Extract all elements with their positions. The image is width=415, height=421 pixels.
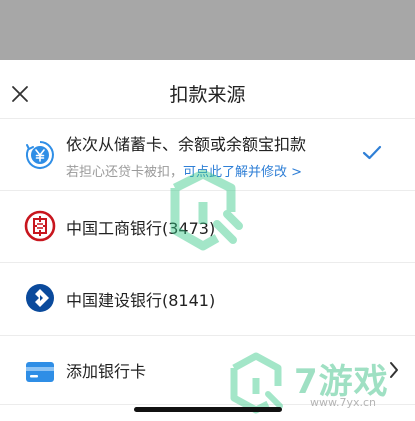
option-label: 添加银行卡 bbox=[66, 362, 147, 381]
option-label: 中国建设银行(8141) bbox=[66, 291, 216, 310]
yuan-sequence-icon bbox=[24, 139, 56, 171]
checkmark-icon bbox=[362, 145, 382, 160]
watermark-logo-icon bbox=[170, 169, 243, 251]
option-label: 依次从储蓄卡、余额或余额宝扣款 bbox=[66, 135, 307, 154]
sheet-header: 扣款来源 bbox=[0, 60, 415, 119]
option-ccb[interactable]: 中国建设银行(8141) bbox=[0, 263, 415, 336]
sheet-title: 扣款来源 bbox=[169, 84, 246, 106]
ccb-logo-icon bbox=[24, 282, 56, 314]
icbc-logo-icon bbox=[24, 210, 56, 242]
bank-card-icon bbox=[24, 356, 56, 388]
dimmed-background[interactable] bbox=[0, 0, 415, 60]
watermark-url: www.7yx.cn bbox=[310, 396, 377, 409]
home-indicator[interactable] bbox=[134, 407, 282, 412]
